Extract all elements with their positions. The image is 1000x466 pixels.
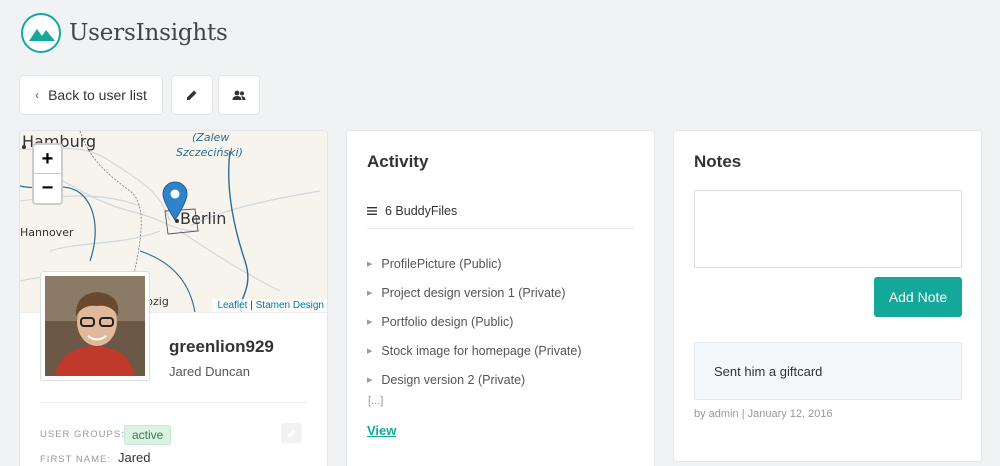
triangle-right-icon: ▶ [367,289,373,297]
activity-title: Activity [367,152,429,171]
app-logo[interactable]: UsersInsights [21,13,228,53]
username: greenlion929 [169,337,274,356]
note-item: Sent him a giftcard [694,342,962,400]
avatar-photo [45,276,145,376]
activity-item-label: Stock image for homepage (Private) [381,343,582,358]
activity-item-label: Design version 2 (Private) [381,372,526,387]
attribution-separator: | [247,300,256,311]
map-label-hannover: Hannover [20,226,74,239]
list-item: ▶ Design version 2 (Private) [367,365,581,394]
activity-list: ▶ ProfilePicture (Public) ▶ Project design… [367,249,581,394]
list-item: ▶ Project design version 1 (Private) [367,278,581,307]
pencil-icon [187,90,197,100]
more-indicator: [...] [368,395,384,407]
full-name: Jared Duncan [169,364,250,379]
first-name-label: FIRST NAME: [40,454,111,465]
back-to-user-list-button[interactable]: ‹ Back to user list [19,75,163,115]
edit-groups-button[interactable] [281,423,302,443]
chevron-left-icon: ‹ [35,88,40,102]
note-input[interactable] [694,190,962,268]
edit-user-button[interactable] [171,75,213,115]
pencil-icon [287,429,296,438]
activity-divider [367,228,634,229]
activity-item-label: ProfilePicture (Public) [381,256,502,271]
list-icon [367,207,377,215]
leaflet-link[interactable]: Leaflet [217,300,247,311]
activity-item-label: Project design version 1 (Private) [381,285,566,300]
avatar [40,271,150,381]
activity-card: Activity 6 BuddyFiles ▶ ProfilePicture (P… [346,130,655,466]
logo-mark-icon [21,13,61,53]
activity-item-label: Portfolio design (Public) [381,314,514,329]
activity-subheader: 6 BuddyFiles [367,204,457,218]
notes-card: Notes Add Note Sent him a giftcard by ad… [673,130,982,462]
triangle-right-icon: ▶ [367,260,373,268]
brand-name: UsersInsights [69,20,228,46]
note-text: Sent him a giftcard [714,364,823,379]
map-attribution: Leaflet | Stamen Design [212,299,327,312]
buddyfiles-count: 6 BuddyFiles [385,204,458,218]
triangle-right-icon: ▶ [367,318,373,326]
note-meta: by admin | January 12, 2016 [694,408,833,420]
triangle-right-icon: ▶ [367,376,373,384]
stamen-link[interactable]: Stamen Design [256,300,324,311]
list-item: ▶ Stock image for homepage (Private) [367,336,581,365]
profile-card: (Zalew Szczeciński) Hamburg Berlin Hanno… [19,130,328,466]
users-icon [232,90,246,100]
zoom-out-button[interactable]: − [34,174,61,203]
back-button-label: Back to user list [48,87,147,103]
triangle-right-icon: ▶ [367,347,373,355]
add-note-button[interactable]: Add Note [874,277,962,317]
list-item: ▶ Portfolio design (Public) [367,307,581,336]
map-label-szczecinski: Szczeciński) [176,146,243,159]
status-badge: active [124,425,172,445]
user-groups-label: USER GROUPS: [40,429,125,440]
list-item: ▶ ProfilePicture (Public) [367,249,581,278]
user-groups-button[interactable] [218,75,260,115]
map-zoom-control: + − [32,143,63,205]
map-label-zalew: (Zalew [192,131,230,144]
profile-divider [40,402,307,403]
first-name-value: Jared [118,450,151,465]
view-activity-link[interactable]: View [367,423,396,438]
notes-title: Notes [694,152,742,171]
zoom-in-button[interactable]: + [34,145,61,174]
